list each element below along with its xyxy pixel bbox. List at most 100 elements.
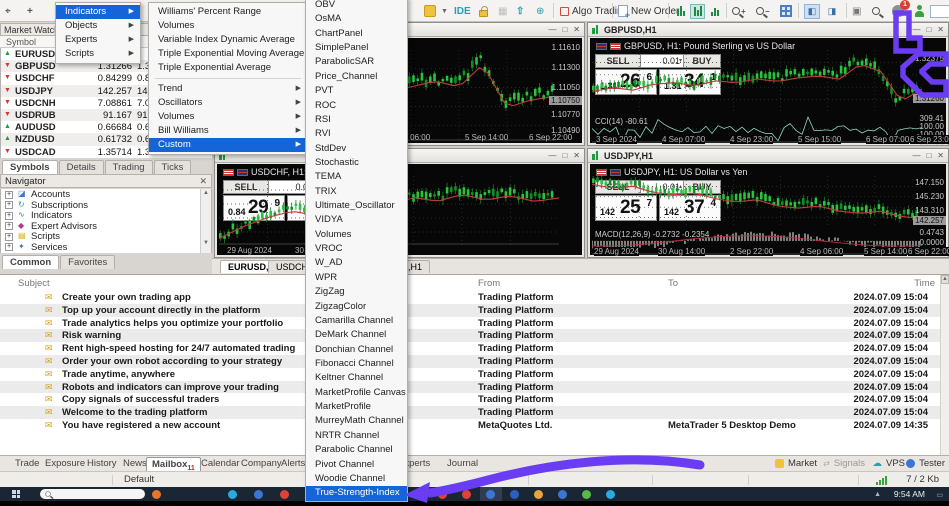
expand-plus-icon[interactable]: + [5, 243, 13, 251]
minimize-icon[interactable]: — [912, 151, 920, 160]
close-icon[interactable]: ✕ [573, 151, 580, 160]
menu-item-stochastic[interactable]: Stochastic [306, 156, 407, 170]
navigator-tab-favorites[interactable]: Favorites [60, 255, 115, 269]
toolbox-tab-journal[interactable]: Journal [442, 457, 483, 470]
taskbar-app-icon[interactable] [534, 490, 543, 499]
expand-plus-icon[interactable]: + [5, 222, 13, 230]
minimize-icon[interactable]: — [548, 151, 556, 160]
menu-item-triple-exponential-average[interactable]: Triple Exponential Average [149, 61, 307, 75]
menu-item-parabolicsar[interactable]: ParabolicSAR [306, 55, 407, 69]
start-button[interactable] [12, 490, 20, 498]
navigator-item-subscriptions[interactable]: +↻Subscriptions [1, 200, 211, 211]
market-watch-tab-trading[interactable]: Trading [105, 160, 153, 174]
taskbar-app-icon[interactable] [438, 490, 447, 499]
menu-item-zigzag[interactable]: ZigZag [306, 285, 407, 299]
menu-item-marketprofile-canvas[interactable]: MarketProfile Canvas [306, 386, 407, 400]
menu-item-williams-percent-range[interactable]: Williams' Percent Range [149, 5, 307, 19]
menu-item-murreymath-channel[interactable]: MurreyMath Channel [306, 414, 407, 428]
close-icon[interactable]: ✕ [937, 25, 944, 34]
menu-item-custom[interactable]: Custom▶ [149, 138, 307, 152]
close-icon[interactable]: ✕ [199, 176, 207, 187]
taskbar-app-icon[interactable] [582, 490, 591, 499]
candlestick-chart-button[interactable] [690, 3, 705, 19]
market-watch-tab-details[interactable]: Details [59, 160, 104, 174]
menu-item-rsi[interactable]: RSI [306, 113, 407, 127]
mail-row[interactable]: ✉Order your own robot according to your … [0, 355, 940, 368]
vps-button[interactable]: ☁VPS [872, 458, 905, 469]
menu-item-fibonacci-channel[interactable]: Fibonacci Channel [306, 357, 407, 371]
menu-item-price-channel[interactable]: Price_Channel [306, 70, 407, 84]
zoom-in-icon[interactable]: + [732, 3, 746, 19]
minimize-icon[interactable]: — [912, 25, 920, 34]
upload-icon[interactable]: ⇧ [516, 3, 524, 19]
line-chart-button[interactable] [707, 3, 722, 19]
menu-item-trix[interactable]: TRIX [306, 185, 407, 199]
tester-button[interactable]: Tester [906, 458, 945, 469]
menu-item-w-ad[interactable]: W_AD [306, 256, 407, 270]
menu-item-woodie-channel[interactable]: Woodie Channel [306, 472, 407, 486]
lock-icon[interactable] [479, 3, 488, 19]
menu-item-volumes[interactable]: Volumes [306, 228, 407, 242]
menu-item-vroc[interactable]: VROC [306, 242, 407, 256]
menu-item-obv[interactable]: OBV [306, 0, 407, 12]
menu-item-simplepanel[interactable]: SimplePanel [306, 41, 407, 55]
menu-item-osma[interactable]: OsMA [306, 12, 407, 26]
mail-row[interactable]: ✉Welcome to the trading platformTrading … [0, 406, 940, 419]
menu-item-variable-index-dynamic-average[interactable]: Variable Index Dynamic Average [149, 33, 307, 47]
taskbar-app-icon[interactable] [510, 490, 519, 499]
navigator-item-scripts[interactable]: +▤Scripts [1, 231, 211, 242]
mail-row[interactable]: ✉Copy signals of successful tradersTradi… [0, 393, 940, 406]
maximize-icon[interactable]: □ [926, 151, 931, 160]
menu-item-indicators[interactable]: Indicators▶ [56, 5, 140, 19]
menu-item-objects[interactable]: Objects▶ [56, 19, 140, 33]
expand-plus-icon[interactable]: + [5, 191, 13, 199]
usdjpy-chart[interactable]: USDJPY, H1: US Dollar vs Yen SELL 0.01▴ … [590, 164, 946, 255]
taskbar-app-icon[interactable] [486, 490, 495, 499]
maximize-icon[interactable]: □ [562, 151, 567, 160]
menu-item-oscillators[interactable]: Oscillators▶ [149, 96, 307, 110]
mail-row[interactable]: ✉You have registered a new accountMetaQu… [0, 419, 940, 432]
close-icon[interactable]: ✕ [573, 25, 580, 34]
screenshot-camera-icon[interactable]: ▣ [852, 3, 861, 19]
from-header[interactable]: From [478, 278, 500, 289]
menu-item-marketprofile[interactable]: MarketProfile [306, 400, 407, 414]
menu-item-zigzagcolor[interactable]: ZigzagColor [306, 300, 407, 314]
menu-item-vidya[interactable]: VIDYA [306, 213, 407, 227]
navigator-item-expert-advisors[interactable]: +◆Expert Advisors [1, 221, 211, 232]
menu-item-donchian-channel[interactable]: Donchian Channel [306, 343, 407, 357]
cursor-select-icon[interactable]: ⌖ [5, 3, 11, 19]
navigator-item-indicators[interactable]: +∿Indicators [1, 210, 211, 221]
usdjpy-window-titlebar[interactable]: USDJPY,H1 —□✕ [588, 149, 948, 163]
menu-item-nrtr-channel[interactable]: NRTR Channel [306, 429, 407, 443]
community-globe-icon[interactable]: ⊕ [536, 3, 544, 19]
arrange-right-icon[interactable]: ◨ [824, 3, 840, 19]
taskbar-clock[interactable]: 9:54 AM [894, 489, 925, 499]
profile-name[interactable]: Default [124, 474, 154, 485]
ide-button[interactable]: IDE [454, 3, 471, 19]
gbpusd-chart[interactable]: GBPUSD, H1: Pound Sterling vs US Dollar … [590, 38, 946, 143]
mail-row[interactable]: ✉Trade anytime, anywhereTrading Platform… [0, 368, 940, 381]
mail-row[interactable]: ✉Robots and indicators can improve your … [0, 381, 940, 394]
taskbar-app-icon[interactable] [254, 490, 263, 499]
menu-item-demark-channel[interactable]: DeMark Channel [306, 328, 407, 342]
tray-expand-icon[interactable]: ▲ [874, 491, 881, 498]
menu-item-camarilla-channel[interactable]: Camarilla Channel [306, 314, 407, 328]
menu-item-pvt[interactable]: PVT [306, 84, 407, 98]
expand-plus-icon[interactable]: + [5, 201, 13, 209]
arrange-left-icon[interactable]: ◧ [804, 3, 820, 19]
mailbox-scrollbar[interactable]: ▲ [940, 275, 949, 456]
to-header[interactable]: To [668, 278, 678, 289]
navigator-scrollbar[interactable]: ▲▼ [200, 189, 211, 253]
menu-item-wpr[interactable]: WPR [306, 271, 407, 285]
maximize-icon[interactable]: □ [562, 25, 567, 34]
taskbar-search-input[interactable] [40, 489, 145, 499]
expand-plus-icon[interactable]: + [5, 233, 13, 241]
market-watch-tab-symbols[interactable]: Symbols [2, 160, 58, 174]
show-desktop-icon[interactable]: ▭ [936, 491, 943, 499]
user-profile-icon[interactable] [914, 3, 924, 19]
menu-item-roc[interactable]: ROC [306, 99, 407, 113]
search-icon[interactable] [872, 3, 880, 19]
navigator-tab-common[interactable]: Common [2, 255, 59, 269]
menu-item-volumes[interactable]: Volumes [149, 19, 307, 33]
minimize-icon[interactable]: — [548, 25, 556, 34]
